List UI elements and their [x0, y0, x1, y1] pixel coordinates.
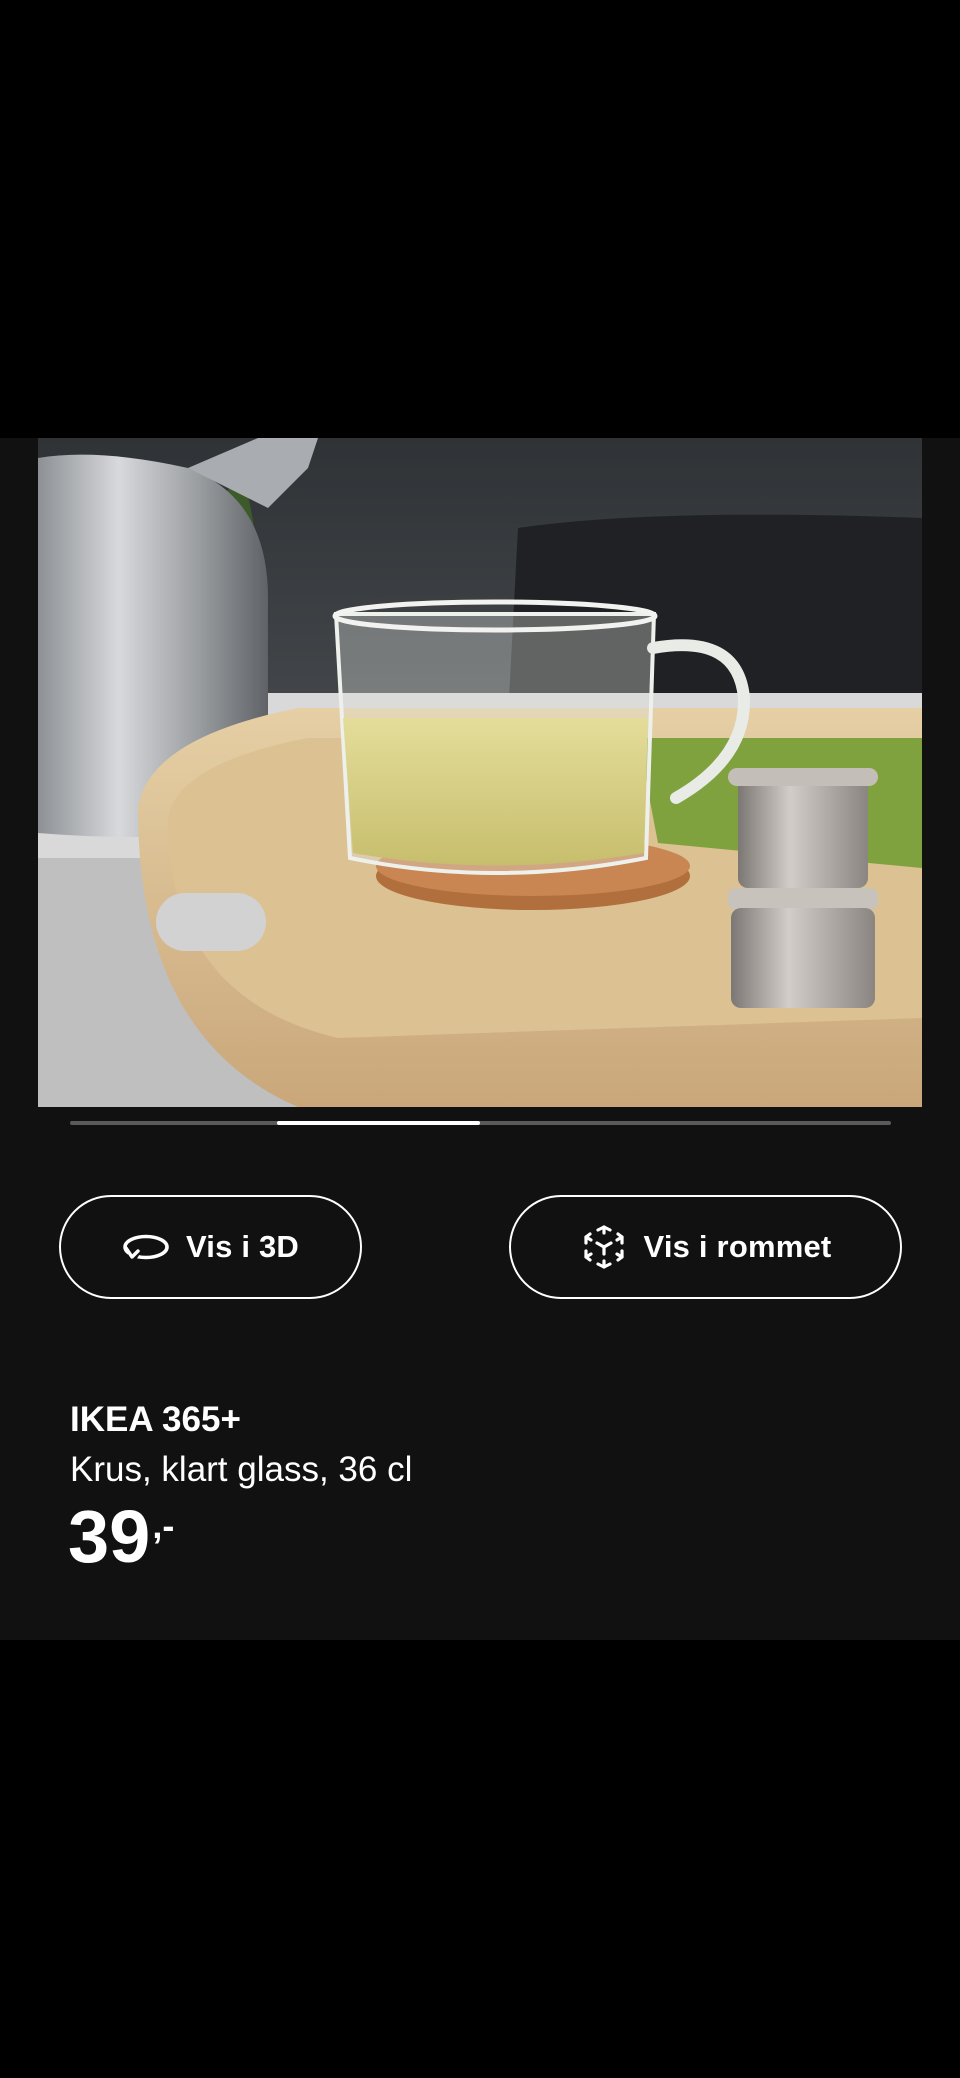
gallery-page-indicator[interactable] — [70, 1121, 891, 1125]
view-in-3d-label: Vis i 3D — [185, 1229, 300, 1264]
product-price: 39 ,- — [68, 1500, 174, 1574]
product-panel: Vis i 3D Vis i rommet IKEA 365+ Krus, kl… — [0, 438, 960, 1640]
product-image[interactable] — [38, 438, 922, 1107]
view-in-3d-button[interactable]: Vis i 3D — [59, 1195, 362, 1299]
product-brand: IKEA 365+ — [70, 1400, 241, 1439]
view-in-room-label: Vis i rommet — [643, 1229, 832, 1264]
price-amount: 39 — [68, 1495, 151, 1578]
view-in-room-button[interactable]: Vis i rommet — [509, 1195, 902, 1299]
product-photo — [38, 438, 922, 1107]
gallery-active-indicator — [277, 1121, 480, 1125]
price-suffix: ,- — [152, 1505, 175, 1546]
ar-cube-icon — [580, 1223, 628, 1271]
rotate-3d-icon — [122, 1223, 170, 1271]
product-description: Krus, klart glass, 36 cl — [70, 1450, 413, 1489]
